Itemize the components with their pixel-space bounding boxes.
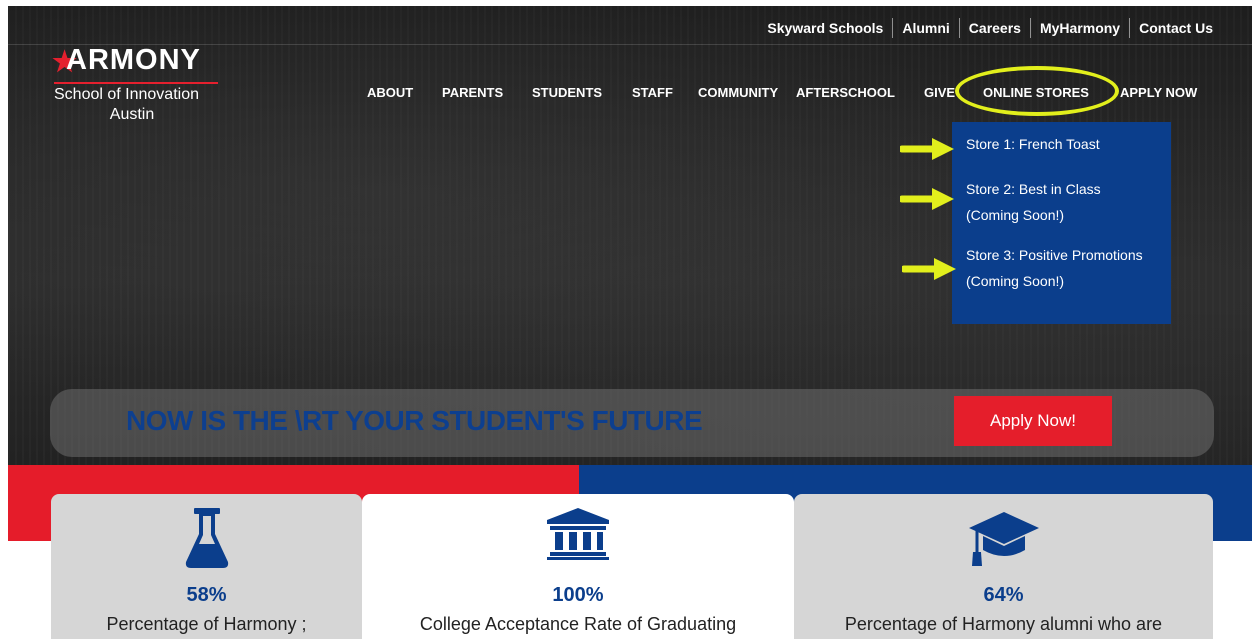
school-logo[interactable]: ★ ARMONY School of Innovation Austin xyxy=(52,44,242,124)
dropdown-item-store-2[interactable]: Store 2: Best in Class (Coming Soon!) xyxy=(966,176,1141,228)
apply-now-button[interactable]: Apply Now! xyxy=(954,396,1112,446)
stat-label: Percentage of Harmony alumni who are xyxy=(844,614,1163,634)
logo-wordmark: ★ ARMONY xyxy=(52,44,201,77)
nav-students[interactable]: STUDENTS xyxy=(532,85,602,100)
stat-card: 100% College Acceptance Rate of Graduati… xyxy=(362,494,794,639)
utility-link-alumni[interactable]: Alumni xyxy=(893,18,960,38)
hero-section: Skyward Schools Alumni Careers MyHarmony… xyxy=(8,6,1252,465)
nav-staff[interactable]: STAFF xyxy=(632,85,673,100)
utility-link-skyward[interactable]: Skyward Schools xyxy=(758,18,894,38)
logo-city: Austin xyxy=(109,106,155,123)
dropdown-item-store-1[interactable]: Store 1: French Toast xyxy=(966,131,1166,157)
nav-give[interactable]: GIVE xyxy=(924,85,955,100)
stat-card: 58% Percentage of Harmony ; xyxy=(51,494,362,639)
stat-label: Percentage of Harmony ; xyxy=(106,614,307,634)
dropdown-item-store-3[interactable]: Store 3: Positive Promotions (Coming Soo… xyxy=(966,242,1146,294)
highlight-annotation xyxy=(955,66,1119,116)
utility-link-careers[interactable]: Careers xyxy=(960,18,1031,38)
logo-underline xyxy=(54,82,218,84)
utility-link-contact[interactable]: Contact Us xyxy=(1130,18,1222,38)
nav-about[interactable]: ABOUT xyxy=(367,85,413,100)
arrow-annotation-icon xyxy=(900,188,954,210)
nav-apply-now[interactable]: APPLY NOW xyxy=(1120,85,1197,100)
utility-link-myharmony[interactable]: MyHarmony xyxy=(1031,18,1131,38)
stat-value: 58% xyxy=(186,584,227,606)
nav-community[interactable]: COMMUNITY xyxy=(698,85,778,100)
nav-parents[interactable]: PARENTS xyxy=(442,85,503,100)
graduation-cap-icon xyxy=(968,512,1039,566)
flask-icon xyxy=(185,508,228,568)
apply-banner: NOW IS THE \RT YOUR STUDENT'S FUTURE App… xyxy=(50,389,1214,457)
arrow-annotation-icon xyxy=(900,138,954,160)
stat-card: 64% Percentage of Harmony alumni who are xyxy=(794,494,1213,639)
institution-icon xyxy=(547,508,609,560)
utility-nav: Skyward Schools Alumni Careers MyHarmony… xyxy=(758,18,1222,38)
nav-afterschool[interactable]: AFTERSCHOOL xyxy=(796,85,895,100)
stat-value: 64% xyxy=(983,584,1024,606)
banner-headline: NOW IS THE \RT YOUR STUDENT'S FUTURE xyxy=(126,405,703,436)
online-stores-dropdown: Store 1: French Toast Store 2: Best in C… xyxy=(952,122,1171,324)
stat-label: College Acceptance Rate of Graduating xyxy=(419,614,737,634)
arrow-annotation-icon xyxy=(902,258,956,280)
stats-section: 58% Percentage of Harmony ; 100% College… xyxy=(51,494,1213,639)
stat-value: 100% xyxy=(552,584,604,606)
